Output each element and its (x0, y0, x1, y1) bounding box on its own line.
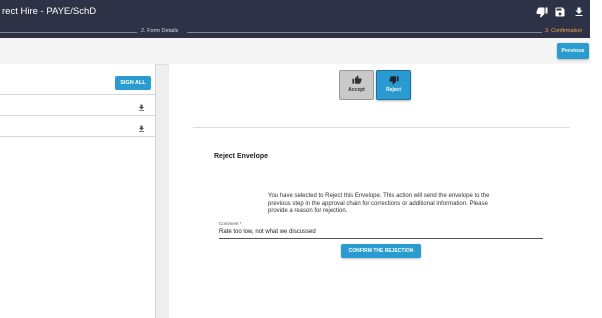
confirm-rejection-button[interactable]: CONFIRM THE REJECTION (341, 244, 421, 258)
accept-label: Accept (348, 87, 365, 93)
comment-input[interactable]: Rate too low, not what we discussed (219, 227, 543, 239)
document-row[interactable] (0, 115, 155, 137)
page-title: rect Hire - PAYE/SchD (2, 6, 97, 17)
sign-all-button[interactable]: SIGN ALL (115, 76, 151, 90)
section-divider (193, 127, 570, 128)
step-form-details[interactable]: 2. Form Details (141, 28, 178, 34)
thumbs-down-icon (388, 76, 399, 85)
download-icon[interactable] (137, 100, 146, 111)
action-toolbar (0, 38, 590, 65)
thumbs-up-icon (351, 75, 362, 84)
comment-label: Comment * (219, 221, 242, 226)
save-icon[interactable] (554, 6, 566, 18)
step-connector (187, 32, 542, 33)
app-header: rect Hire - PAYE/SchD (0, 0, 590, 28)
window-edge (590, 0, 602, 318)
download-icon[interactable] (573, 6, 585, 18)
thumbs-down-icon[interactable] (536, 6, 548, 18)
progress-stepper: 2. Form Details 3. Confirmation (0, 28, 590, 38)
documents-panel (0, 64, 156, 318)
step-connector (0, 32, 137, 33)
reject-label: Reject (385, 87, 401, 93)
reject-envelope-heading: Reject Envelope (214, 153, 269, 160)
step-confirmation[interactable]: 3. Confirmation (545, 28, 582, 34)
accept-button[interactable]: Accept (339, 70, 374, 100)
download-icon[interactable] (137, 121, 146, 132)
reject-message: You have selected to Reject this Envelop… (268, 193, 490, 214)
decision-panel (169, 64, 590, 318)
document-row[interactable] (0, 94, 155, 115)
reject-button[interactable]: Reject (376, 70, 411, 100)
previous-button[interactable]: Previous (557, 43, 589, 59)
